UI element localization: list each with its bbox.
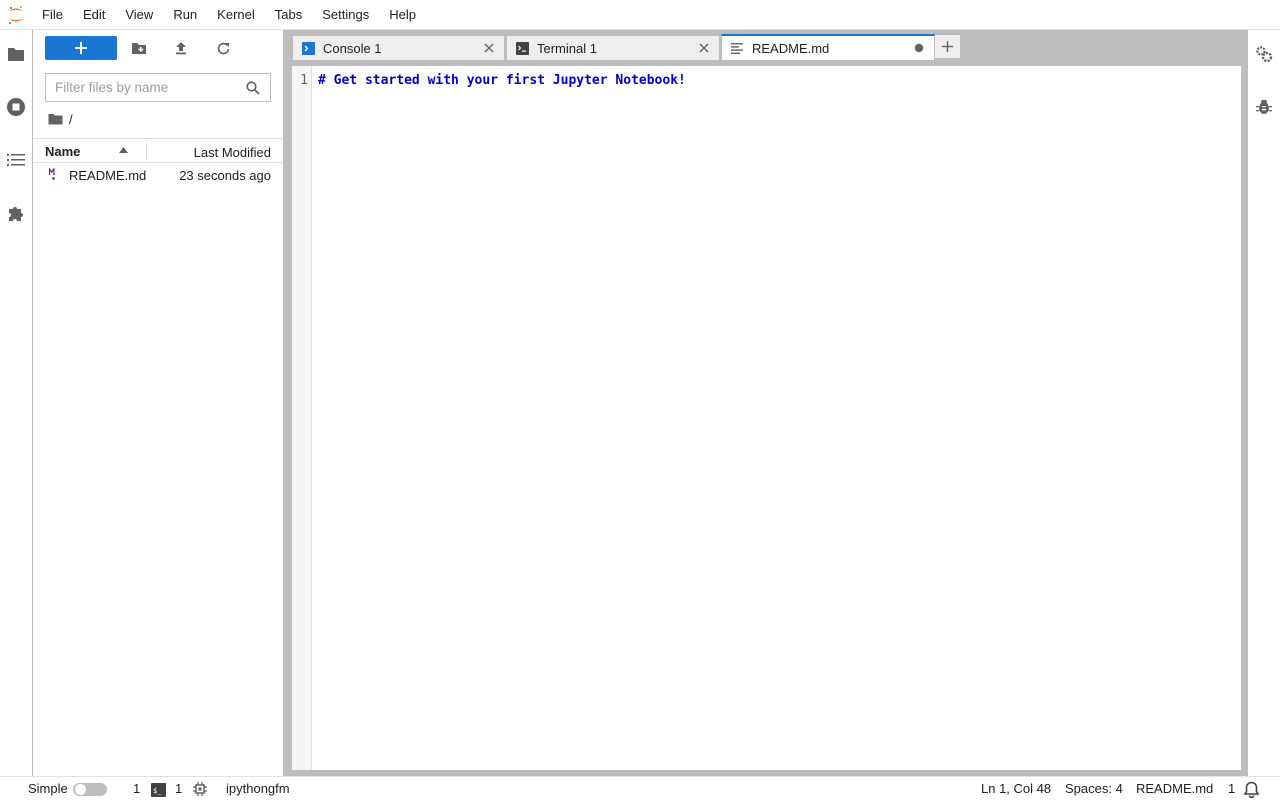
- cpu-chip-icon[interactable]: [193, 782, 207, 799]
- file-list-header: Name Last Modified: [33, 138, 283, 163]
- file-browser-panel: / Name Last Modified README.md 23 second…: [33, 30, 283, 776]
- column-divider[interactable]: [146, 142, 147, 160]
- menu-tabs[interactable]: Tabs: [265, 0, 312, 30]
- new-launcher-button[interactable]: [45, 36, 117, 60]
- terminal-icon[interactable]: $_: [151, 783, 166, 800]
- tab-label: README.md: [752, 41, 830, 56]
- bell-icon[interactable]: [1243, 781, 1260, 801]
- menu-bar: File Edit View Run Kernel Tabs Settings …: [0, 0, 1280, 30]
- kernel-name[interactable]: ipythongfm: [226, 781, 290, 796]
- kernel-count[interactable]: 1: [133, 781, 140, 796]
- menu-view[interactable]: View: [115, 0, 163, 30]
- sort-ascending-icon: [119, 147, 128, 153]
- status-bar: Simple 1 $_ 1 ipythongfm Ln 1, Col 48 Sp…: [0, 776, 1280, 800]
- sidebar-splitter[interactable]: [283, 30, 292, 776]
- indent-spaces[interactable]: Spaces: 4: [1065, 781, 1123, 796]
- markdown-icon: [49, 168, 56, 181]
- file-modified: 23 seconds ago: [179, 168, 271, 183]
- file-name: README.md: [69, 168, 147, 183]
- tab-readme[interactable]: README.md: [721, 34, 935, 61]
- new-folder-button[interactable]: [125, 36, 153, 60]
- jupyter-logo-icon[interactable]: [0, 0, 32, 30]
- plus-icon: [942, 41, 953, 52]
- line-number-gutter: 1: [292, 66, 312, 770]
- folder-icon[interactable]: [0, 38, 32, 70]
- search-icon: [246, 80, 260, 95]
- menu-settings[interactable]: Settings: [312, 0, 379, 30]
- toggle-knob: [75, 784, 86, 795]
- text-file-icon: [730, 42, 744, 56]
- unsaved-dot-icon[interactable]: [912, 41, 926, 55]
- file-browser-toolbar: [33, 30, 283, 66]
- status-filename: README.md: [1136, 781, 1214, 796]
- close-icon[interactable]: [482, 41, 496, 55]
- upload-icon: [176, 42, 186, 55]
- menu-kernel[interactable]: Kernel: [207, 0, 265, 30]
- menu-file[interactable]: File: [32, 0, 73, 30]
- menu-help[interactable]: Help: [379, 0, 426, 30]
- running-stop-icon[interactable]: [0, 91, 32, 123]
- filter-input[interactable]: [46, 74, 242, 101]
- property-inspector-gears-icon[interactable]: [1248, 38, 1280, 70]
- terminal-icon: [515, 41, 529, 55]
- upload-button[interactable]: [167, 36, 195, 60]
- close-icon[interactable]: [697, 41, 711, 55]
- refresh-button[interactable]: [209, 36, 237, 60]
- menu-edit[interactable]: Edit: [73, 0, 115, 30]
- simple-mode-toggle[interactable]: [73, 783, 107, 796]
- cursor-position[interactable]: Ln 1, Col 48: [981, 781, 1051, 796]
- tab-terminal-1[interactable]: Terminal 1: [506, 35, 720, 60]
- file-list-item[interactable]: README.md 23 seconds ago: [33, 165, 283, 187]
- plus-icon: [75, 42, 87, 54]
- extension-puzzle-icon[interactable]: [0, 197, 32, 229]
- right-splitter[interactable]: [1241, 30, 1248, 776]
- new-folder-icon: [132, 42, 146, 54]
- column-modified-header[interactable]: Last Modified: [194, 145, 271, 160]
- line-number: 1: [300, 73, 308, 88]
- home-folder-icon[interactable]: [48, 113, 63, 125]
- breadcrumb-root[interactable]: /: [69, 112, 73, 127]
- terminal-count[interactable]: 1: [175, 781, 182, 796]
- text-editor[interactable]: 1 # Get started with your first Jupyter …: [292, 60, 1241, 770]
- tab-label: Terminal 1: [537, 40, 597, 56]
- file-filter: [45, 73, 271, 102]
- breadcrumb: /: [48, 110, 73, 128]
- tab-bar: Console 1 Terminal 1 README.md: [292, 30, 1241, 61]
- table-of-contents-icon[interactable]: [0, 144, 32, 176]
- menu-run[interactable]: Run: [163, 0, 207, 30]
- tab-console-1[interactable]: Console 1: [292, 35, 505, 60]
- right-sidebar: [1248, 30, 1280, 776]
- refresh-icon: [217, 42, 229, 54]
- editor-line[interactable]: # Get started with your first Jupyter No…: [318, 73, 686, 88]
- console-icon: [301, 41, 315, 55]
- svg-text:$_: $_: [153, 787, 162, 795]
- notification-count[interactable]: 1: [1228, 781, 1235, 796]
- left-sidebar: [0, 30, 33, 776]
- debugger-bug-icon[interactable]: [1248, 91, 1280, 123]
- simple-mode-label: Simple: [28, 781, 68, 796]
- column-name-header[interactable]: Name: [45, 144, 80, 159]
- tab-label: Console 1: [323, 40, 382, 56]
- add-tab-button[interactable]: [935, 35, 960, 58]
